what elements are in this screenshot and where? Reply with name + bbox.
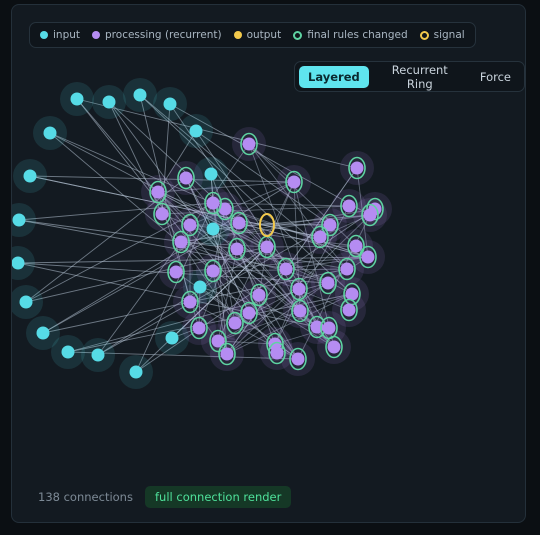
processing-node-fill	[322, 321, 336, 335]
legend-item-rules-changed: final rules changed	[293, 29, 408, 41]
processing-node-fill	[340, 262, 354, 276]
input-node[interactable]	[91, 348, 105, 362]
legend-label-signal: signal	[433, 29, 465, 41]
input-node[interactable]	[165, 331, 179, 345]
layout-mode-switcher: Layered Recurrent Ring Force	[294, 61, 525, 92]
processing-node-fill	[349, 239, 363, 253]
processing-node-fill	[183, 295, 197, 309]
processing-node-fill	[327, 340, 341, 354]
processing-node-fill	[179, 171, 193, 185]
processing-node-fill	[350, 161, 364, 175]
processing-node-fill	[183, 218, 197, 232]
legend-label-output: output	[246, 29, 282, 41]
processing-node-fill	[206, 196, 220, 210]
legend-item-output: output	[233, 29, 282, 41]
input-node-dot-icon	[40, 31, 48, 39]
legend-label-input: input	[53, 29, 81, 41]
input-node[interactable]	[19, 295, 33, 309]
recurrent-ring-mode-button[interactable]: Recurrent Ring	[371, 59, 469, 95]
processing-node-fill	[220, 347, 234, 361]
input-node[interactable]	[70, 92, 84, 106]
processing-node-fill	[174, 235, 188, 249]
input-node[interactable]	[163, 97, 177, 111]
processing-node-fill	[151, 185, 165, 199]
processing-node-fill	[342, 199, 356, 213]
processing-node-fill	[342, 303, 356, 317]
signal-ring-icon	[419, 30, 429, 40]
processing-node-fill	[361, 250, 375, 264]
input-node[interactable]	[204, 167, 218, 181]
input-node[interactable]	[189, 124, 203, 138]
legend-label-processing: processing (recurrent)	[105, 29, 222, 41]
layered-mode-button[interactable]: Layered	[299, 65, 369, 88]
processing-node-fill	[155, 207, 169, 221]
force-mode-button[interactable]: Force	[471, 66, 520, 88]
processing-node-fill	[242, 137, 256, 151]
processing-node-fill	[313, 230, 327, 244]
processing-node-fill	[345, 287, 359, 301]
input-node[interactable]	[206, 222, 220, 236]
processing-node-fill	[363, 208, 377, 222]
processing-node-fill	[242, 306, 256, 320]
processing-node-fill	[287, 175, 301, 189]
processing-node-fill	[291, 352, 305, 366]
processing-node-fill	[228, 316, 242, 330]
processing-node-fill	[252, 288, 266, 302]
processing-node-fill	[260, 240, 274, 254]
rules-changed-ring-icon	[293, 30, 303, 40]
processing-node-fill	[230, 242, 244, 256]
processing-node-fill	[232, 216, 246, 230]
input-node[interactable]	[61, 345, 75, 359]
input-node[interactable]	[133, 88, 147, 102]
legend-item-processing: processing (recurrent)	[92, 29, 222, 41]
processing-node-dot-icon	[92, 31, 101, 39]
legend-item-input: input	[40, 29, 80, 41]
processing-node-fill	[292, 282, 306, 296]
connection-count: 138 connections	[38, 490, 133, 504]
input-node[interactable]	[12, 213, 26, 227]
legend-label-rules-changed: final rules changed	[307, 29, 408, 41]
input-node[interactable]	[43, 126, 57, 140]
input-node[interactable]	[36, 326, 50, 340]
processing-node-fill	[206, 264, 220, 278]
input-node[interactable]	[23, 169, 37, 183]
processing-node-fill	[321, 276, 335, 290]
processing-node-fill	[293, 304, 307, 318]
input-node[interactable]	[193, 280, 207, 294]
legend-item-signal: signal	[419, 29, 465, 41]
input-node[interactable]	[12, 256, 25, 270]
graph-legend: input processing (recurrent) output fina…	[29, 22, 476, 48]
processing-node-fill	[270, 346, 284, 360]
processing-node-fill	[192, 321, 206, 335]
output-node-dot-icon	[233, 31, 242, 39]
input-node[interactable]	[102, 95, 116, 109]
input-node[interactable]	[129, 365, 143, 379]
processing-node-fill	[279, 262, 293, 276]
processing-node-fill	[169, 265, 183, 279]
render-mode-badge: full connection render	[145, 486, 292, 508]
network-graph-panel: input processing (recurrent) output fina…	[11, 4, 526, 523]
